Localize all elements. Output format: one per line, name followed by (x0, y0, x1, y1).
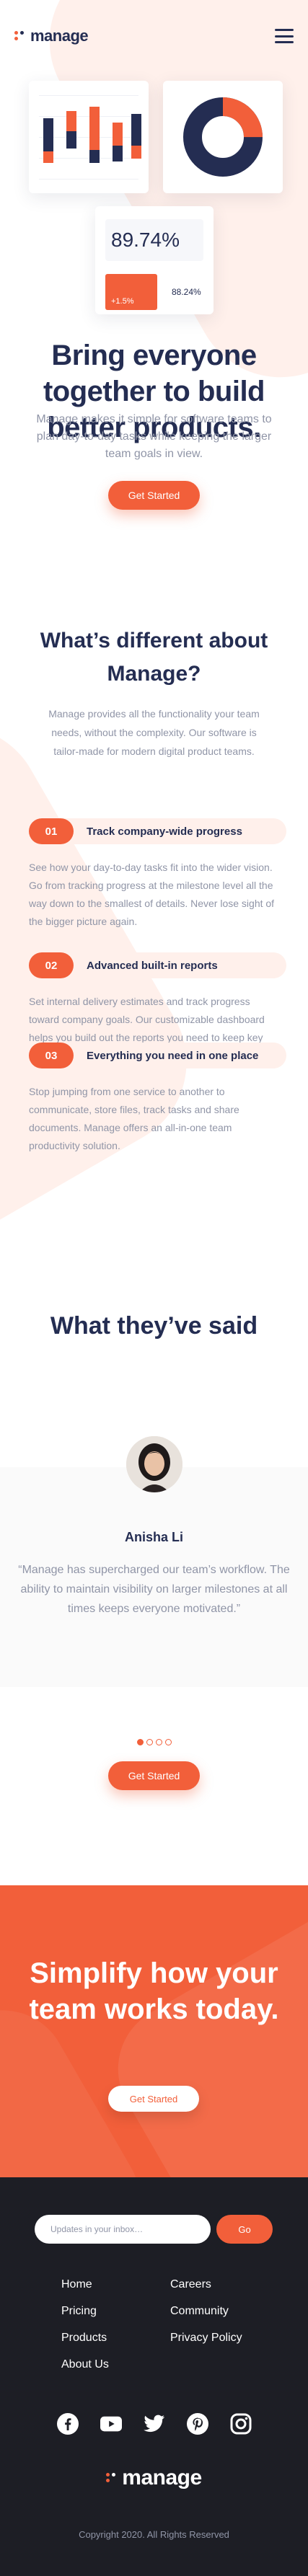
feature-title: Advanced built-in reports (87, 959, 218, 972)
chart-bar (89, 107, 100, 150)
hamburger-icon[interactable] (275, 29, 294, 43)
get-started-button[interactable]: Get Started (108, 481, 200, 510)
background-shape (94, 1885, 308, 2177)
feature-number: 03 (29, 1043, 74, 1068)
stat-secondary: 88.24% (172, 287, 201, 297)
twitter-icon[interactable] (143, 2413, 165, 2435)
chart-bar (43, 118, 53, 151)
testimonials-title: What they’ve said (50, 1312, 258, 1340)
page: manage 89.74% +1.5% 88.24% Bring everyon (0, 0, 308, 2576)
footer-link-about[interactable]: About Us (61, 2358, 109, 2371)
footer-link-careers[interactable]: Careers (170, 2278, 242, 2291)
slider-dot[interactable] (164, 1739, 172, 1745)
slider-dot[interactable] (146, 1739, 153, 1745)
feature-header: 02 Advanced built-in reports (29, 952, 286, 978)
testimonial-quote: “Manage has supercharged our team’s work… (18, 1564, 290, 1615)
feature-item: 03 Everything you need in one place Stop… (29, 1043, 286, 1155)
social-links (0, 2413, 308, 2435)
section-title: What’s different about Manage? (40, 629, 268, 686)
chart-bar (113, 123, 123, 146)
footer-link-community[interactable]: Community (170, 2305, 242, 2318)
slider-dots (0, 1739, 308, 1745)
stat-row: +1.5% 88.24% (105, 274, 203, 310)
feature-text: See how your day-to-day tasks fit into t… (29, 862, 275, 927)
feature-title: Track company-wide progress (87, 825, 242, 838)
chart-bar (66, 111, 76, 131)
donut-chart (183, 97, 263, 177)
logo-text: manage (122, 2466, 202, 2489)
stat-card: 89.74% +1.5% 88.24% (95, 206, 214, 314)
chart-bar (131, 114, 141, 146)
testimonial-name: Anisha Li (124, 1530, 183, 1544)
chart-bar (66, 131, 76, 149)
chart-bar (131, 146, 141, 159)
avatar (126, 1436, 182, 1492)
cta-title: Simplify how your team works today. (29, 1957, 279, 2025)
header: manage (14, 23, 294, 49)
footer-link-privacy[interactable]: Privacy Policy (170, 2332, 242, 2345)
feature-number: 02 (29, 952, 74, 978)
footer-link-products[interactable]: Products (61, 2332, 109, 2345)
footer-link-pricing[interactable]: Pricing (61, 2305, 109, 2318)
get-started-button[interactable]: Get Started (108, 2086, 199, 2112)
hero-subtitle: Manage makes it simple for software team… (36, 413, 272, 460)
youtube-icon[interactable] (100, 2413, 122, 2435)
stat-value: 89.74% (105, 219, 203, 261)
copyright: Copyright 2020. All Rights Reserved (79, 2529, 229, 2540)
get-started-button[interactable]: Get Started (108, 1761, 200, 1790)
feature-header: 01 Track company-wide progress (29, 818, 286, 844)
pinterest-icon[interactable] (186, 2413, 208, 2435)
newsletter-input[interactable] (35, 2215, 211, 2244)
cta-banner (0, 1885, 308, 2177)
footer-link-home[interactable]: Home (61, 2278, 109, 2291)
donut-chart-card (163, 81, 283, 193)
facebook-icon[interactable] (56, 2413, 79, 2435)
feature-item: 01 Track company-wide progress See how y… (29, 818, 286, 931)
feature-text: Stop jumping from one service to another… (29, 1086, 239, 1151)
logo-mark-icon (106, 2473, 116, 2483)
chart-grid (39, 95, 138, 180)
feature-number: 01 (29, 818, 74, 844)
chart-bar (89, 150, 100, 163)
footer-links-left: Home Pricing Products About Us (61, 2278, 109, 2371)
feature-header: 03 Everything you need in one place (29, 1043, 286, 1068)
chart-bar (113, 146, 123, 161)
instagram-icon[interactable] (230, 2413, 252, 2435)
logo[interactable]: manage (14, 27, 89, 45)
slider-dot[interactable] (155, 1739, 162, 1745)
logo-mark-icon (14, 31, 25, 41)
footer-logo[interactable]: manage (0, 2466, 308, 2490)
feature-title: Everything you need in one place (87, 1049, 259, 1062)
stat-delta: +1.5% (105, 274, 157, 310)
footer-links-right: Careers Community Privacy Policy (170, 2278, 242, 2345)
bar-chart-card (29, 81, 149, 193)
slider-dot[interactable] (136, 1739, 144, 1745)
go-button[interactable]: Go (216, 2215, 273, 2244)
chart-bar (43, 151, 53, 163)
section-subtitle: Manage provides all the functionality yo… (48, 708, 260, 757)
logo-text: manage (30, 27, 89, 45)
